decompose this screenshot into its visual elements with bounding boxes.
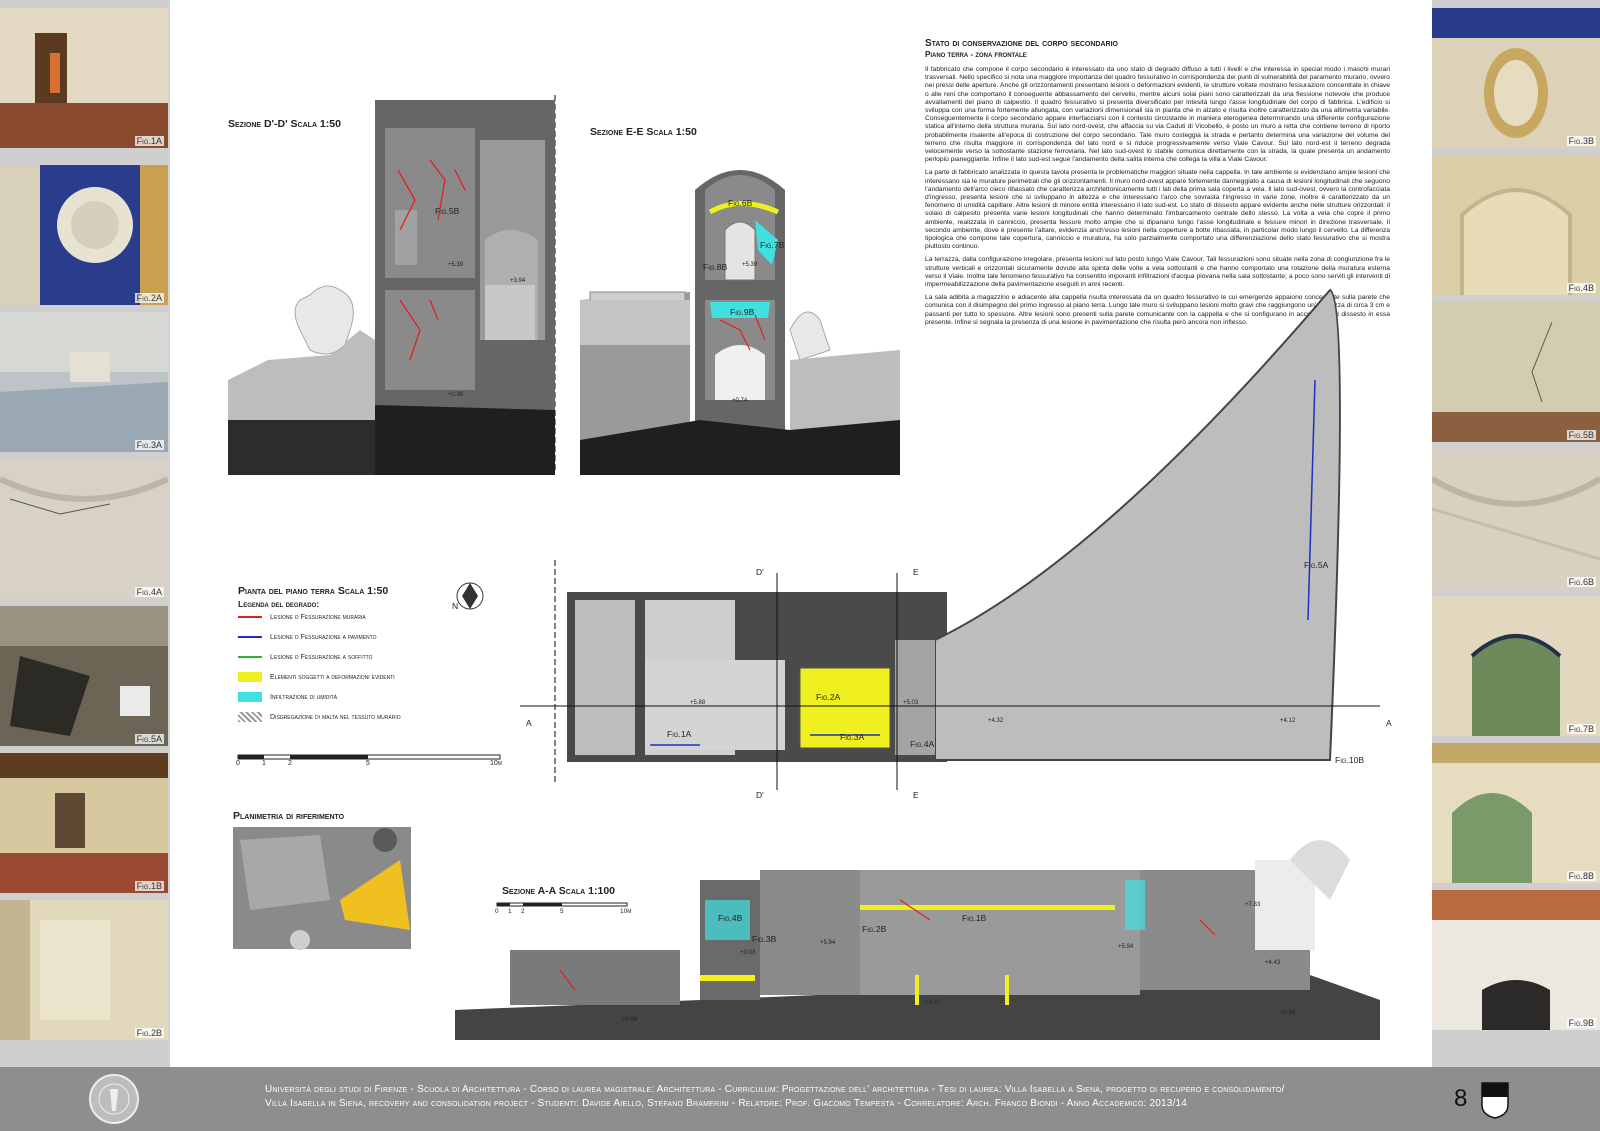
cut-label: A bbox=[1386, 718, 1392, 728]
level-mark: +3.87 bbox=[925, 1000, 941, 1006]
legend-swatch bbox=[238, 636, 262, 639]
site-plan-drawing bbox=[233, 827, 411, 950]
scale-tick: 1 bbox=[508, 908, 512, 915]
footer-credits: Università degli studi di Firenze - Scuo… bbox=[265, 1083, 1405, 1111]
footer-bar: Università degli studi di Firenze - Scuo… bbox=[0, 1067, 1600, 1131]
section-label: Fig.4B bbox=[718, 913, 743, 923]
architectural-drawings bbox=[228, 95, 1380, 1040]
section-label: Fig.1B bbox=[962, 913, 987, 923]
page-number: 8 bbox=[1454, 1085, 1468, 1112]
legend-swatch bbox=[238, 712, 262, 722]
level-mark: +5.88 bbox=[690, 700, 706, 706]
label-fig-5b: Fig.5B bbox=[435, 206, 460, 216]
section-aa-title: Sezione A-A Scala 1:100 bbox=[502, 885, 615, 897]
level-mark: +5.39 bbox=[742, 262, 758, 268]
legend-item: Lesione o Fessurazione muraria bbox=[238, 614, 366, 621]
legend-title: Legenda del degrado: bbox=[238, 599, 320, 609]
label-fig-8b: Fig.8B bbox=[703, 262, 728, 272]
coat-of-arms-icon bbox=[1481, 1082, 1509, 1119]
university-seal bbox=[89, 1074, 139, 1124]
level-mark: +0.06 bbox=[622, 1017, 638, 1023]
cut-label: E bbox=[913, 790, 919, 800]
level-mark: +5.94 bbox=[820, 940, 836, 946]
plan-title: Pianta del piano terra Scala 1:50 bbox=[238, 585, 389, 597]
label-fig-6b: Fig.6B bbox=[728, 198, 753, 208]
section-ee-drawing bbox=[580, 170, 900, 475]
scale-tick: 5 bbox=[366, 760, 370, 767]
section-aa-scale-bar bbox=[496, 902, 628, 907]
cut-label: D' bbox=[756, 790, 764, 800]
scale-tick: 10m bbox=[490, 760, 502, 767]
compass-rose bbox=[456, 582, 484, 610]
footer-line-1: Università degli studi di Firenze - Scuo… bbox=[265, 1084, 1285, 1095]
level-mark: +3.03 bbox=[740, 950, 756, 956]
level-mark: +4.32 bbox=[988, 718, 1004, 724]
scale-tick: 2 bbox=[288, 760, 292, 767]
plan-scale-bar bbox=[237, 754, 501, 760]
legend-item: Lesione o Fessurazione a soffitto bbox=[238, 654, 373, 661]
scale-tick: 10m bbox=[620, 908, 632, 915]
plan-label: Fig.3A bbox=[840, 732, 865, 742]
footer-line-2: Villa Isabella in Siena, recovery and co… bbox=[265, 1098, 1188, 1109]
level-mark: +5.39 bbox=[448, 262, 464, 268]
scale-tick: 0 bbox=[495, 908, 499, 915]
legend-swatch bbox=[238, 672, 262, 682]
level-mark: +5.03 bbox=[903, 700, 919, 706]
scale-tick: 5 bbox=[560, 908, 564, 915]
site-plan-title: Planimetria di riferimento bbox=[233, 810, 345, 822]
scale-tick: 2 bbox=[521, 908, 525, 915]
label-fig-9b: Fig.9B bbox=[730, 307, 755, 317]
plan-label: Fig.4A bbox=[910, 739, 935, 749]
compass-label: N bbox=[452, 601, 459, 611]
level-mark: +4.12 bbox=[1280, 718, 1296, 724]
legend-swatch bbox=[238, 656, 262, 659]
legend-item: Disgregazione di malta nel tessuto murar… bbox=[238, 712, 401, 722]
level-mark: +4.43 bbox=[1265, 960, 1281, 966]
plan-label: Fig.1A bbox=[667, 729, 692, 739]
section-label: Fig.3B bbox=[752, 934, 777, 944]
scale-tick: 0 bbox=[236, 760, 240, 767]
plan-label: Fig.2A bbox=[816, 692, 841, 702]
level-mark: +0.74 bbox=[732, 398, 748, 404]
label-fig-7b: Fig.7B bbox=[760, 240, 785, 250]
cut-label: D' bbox=[756, 567, 764, 577]
level-mark: +5.94 bbox=[1118, 944, 1134, 950]
cut-label: A bbox=[526, 718, 532, 728]
section-label: Fig.2B bbox=[862, 924, 887, 934]
level-mark: +3.94 bbox=[510, 278, 526, 284]
legend-swatch bbox=[238, 616, 262, 619]
scale-tick: 1 bbox=[262, 760, 266, 767]
level-mark: +0.36 bbox=[448, 392, 464, 398]
legend-item: Elementi soggetti a deformazioni evident… bbox=[238, 672, 395, 682]
plan-label: Fig.10B bbox=[1335, 755, 1365, 765]
level-mark: +7.83 bbox=[1245, 902, 1261, 908]
plan-label: Fig.5A bbox=[1304, 560, 1329, 570]
legend-item: Infiltrazione di umidità bbox=[238, 692, 337, 702]
legend-swatch bbox=[238, 692, 262, 702]
section-dd-drawing bbox=[228, 100, 555, 475]
section-aa-drawing bbox=[455, 840, 1380, 1040]
legend-item: Lesione o Fessurazione a pavimento bbox=[238, 634, 377, 641]
cut-label: E bbox=[913, 567, 919, 577]
level-mark: +0.80 bbox=[1280, 1010, 1296, 1016]
